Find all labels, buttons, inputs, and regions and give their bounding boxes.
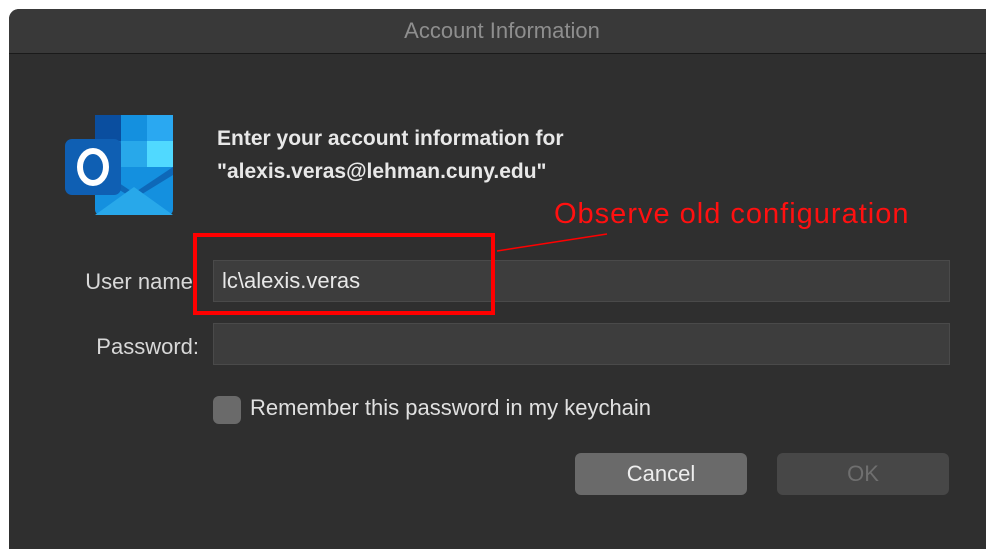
account-information-dialog: Account Information Enter your account i… [9, 9, 986, 549]
account-prompt: Enter your account information for "alex… [217, 122, 564, 188]
username-field[interactable]: lc\alexis.veras [213, 260, 950, 302]
prompt-line-1: Enter your account information for [217, 127, 564, 150]
window-title: Account Information [404, 18, 600, 43]
password-field[interactable] [213, 323, 950, 365]
remember-password-label[interactable]: Remember this password in my keychain [250, 395, 651, 421]
password-label: Password: [96, 334, 199, 359]
title-bar: Account Information [9, 9, 986, 54]
cancel-button[interactable]: Cancel [575, 453, 747, 495]
outlook-icon [65, 115, 173, 215]
ok-button[interactable]: OK [777, 453, 949, 495]
annotation-text: Observe old configuration [554, 198, 910, 230]
remember-password-checkbox[interactable] [213, 396, 241, 424]
prompt-email: "alexis.veras@lehman.cuny.edu" [217, 160, 547, 183]
username-label: User name: [85, 269, 199, 294]
